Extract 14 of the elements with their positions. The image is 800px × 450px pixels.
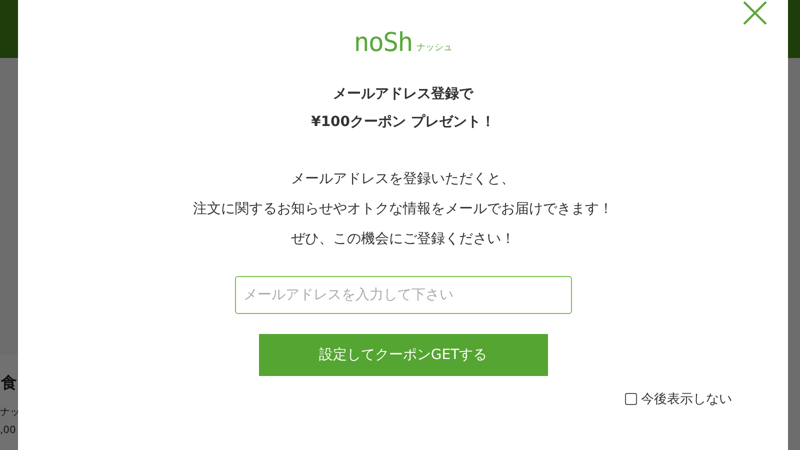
email-field[interactable]: メールアドレスを入力して下さい xyxy=(234,276,572,314)
message-text: ぜひ、この機会にご登録ください！ xyxy=(290,230,516,249)
message-text: 注文に関するお知らせやオトクな情報をメールでお届けできます！ xyxy=(193,200,613,219)
heading-text: メールアドレス登録で xyxy=(332,85,474,104)
logo-kana: ナッシュ xyxy=(416,42,452,54)
background-text: 食 xyxy=(1,373,17,394)
checkbox[interactable] xyxy=(625,393,637,405)
background-text: ナッ xyxy=(0,406,18,419)
checkbox-label[interactable]: 今後表示しない xyxy=(641,390,732,408)
heading-text: ¥100クーポン プレゼント！ xyxy=(311,113,495,132)
background-text: ,00 xyxy=(0,425,16,436)
message-text: メールアドレスを登録いただくと、 xyxy=(290,170,516,189)
close-icon[interactable] xyxy=(742,0,768,26)
logo-wordmark: noSh xyxy=(354,28,412,58)
